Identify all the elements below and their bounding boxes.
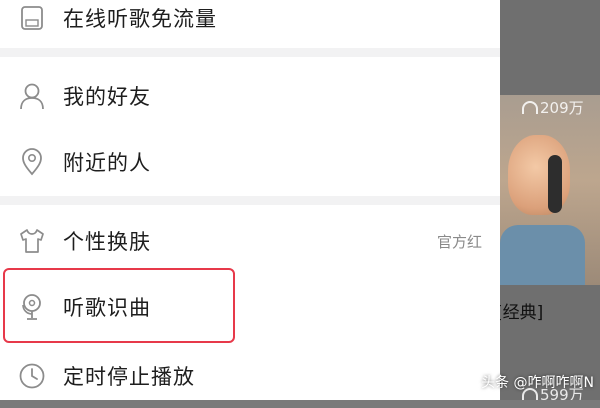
menu-item-label: 在线听歌免流量 bbox=[63, 7, 217, 31]
sim-card-icon bbox=[18, 4, 46, 32]
location-pin-icon bbox=[18, 148, 46, 176]
tshirt-icon bbox=[18, 227, 46, 255]
menu-item-label: 附近的人 bbox=[63, 151, 151, 175]
menu-item-nearby-people[interactable]: 附近的人 bbox=[0, 130, 500, 194]
menu-item-label: 定时停止播放 bbox=[63, 365, 195, 389]
menu-item-label: 个性换肤 bbox=[63, 230, 151, 254]
headphone-icon bbox=[522, 101, 538, 114]
play-count-top: 209万 bbox=[522, 97, 584, 118]
child-shirt bbox=[500, 225, 585, 285]
menu-item-label: 我的好友 bbox=[63, 85, 151, 109]
person-icon bbox=[18, 82, 46, 110]
playlist-cover-image bbox=[500, 95, 600, 285]
section-divider bbox=[0, 48, 500, 57]
playlist-caption: [经典] bbox=[496, 303, 544, 323]
current-skin-value: 官方红 bbox=[436, 232, 482, 251]
watermark-text: 头条 @咋啊咋啊N bbox=[481, 375, 594, 391]
section-divider bbox=[0, 196, 500, 205]
menu-item-free-data[interactable]: 在线听歌免流量 bbox=[0, 0, 500, 50]
clock-icon bbox=[18, 362, 46, 390]
menu-item-my-friends[interactable]: 我的好友 bbox=[0, 64, 500, 128]
menu-item-sleep-timer[interactable]: 定时停止播放 bbox=[0, 344, 500, 408]
highlight-box bbox=[3, 268, 235, 343]
menu-item-skin[interactable]: 个性换肤 官方红 bbox=[0, 209, 500, 273]
side-drawer-menu: 在线听歌免流量 我的好友 附近的人 个性换肤 官方红 听歌识曲 定时停止播放 bbox=[0, 0, 500, 400]
headphone-shape bbox=[548, 155, 562, 213]
background-content: 209万 599万 bbox=[500, 0, 600, 400]
